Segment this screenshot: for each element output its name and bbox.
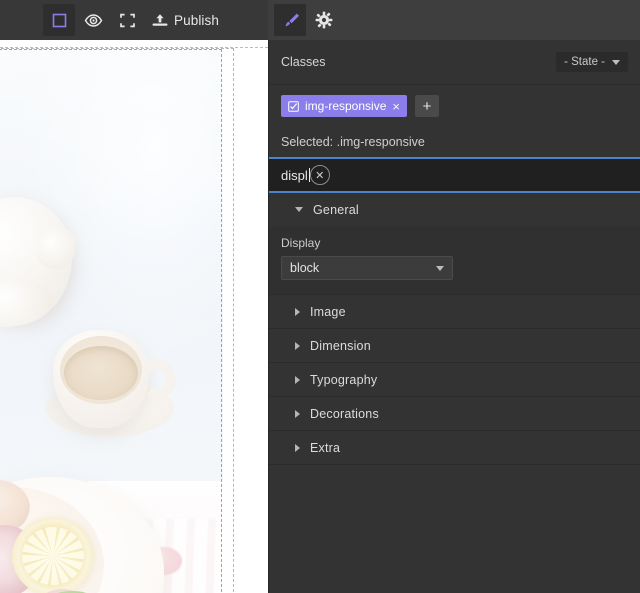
top-toolbar: Publish: [0, 0, 640, 40]
eye-icon: [84, 12, 103, 29]
state-dropdown[interactable]: - State -: [556, 52, 628, 72]
photo-pitcher-spout: [31, 222, 81, 274]
sector-extra-header[interactable]: Extra: [269, 431, 640, 464]
chevron-right-icon: [295, 409, 300, 418]
panel-empty-area: [269, 465, 640, 593]
sector-decorations-header[interactable]: Decorations: [269, 397, 640, 430]
canvas-page[interactable]: [0, 40, 268, 593]
photo-fig-left: [0, 525, 40, 593]
fullscreen-button[interactable]: [111, 4, 143, 36]
toolbar-panel-tools: [268, 0, 640, 40]
sector-dimension: Dimension: [269, 329, 640, 363]
sector-image-header[interactable]: Image: [269, 295, 640, 328]
style-search-input-text[interactable]: displ: [281, 168, 310, 183]
sector-general-label: General: [313, 202, 359, 217]
photo-cup-handle: [134, 356, 180, 402]
selected-label: Selected:: [281, 135, 334, 149]
selected-target-row: Selected: .img-responsive: [269, 127, 640, 157]
photo-tray: [78, 481, 223, 593]
sector-typography-label: Typography: [310, 372, 378, 387]
preview-button[interactable]: [77, 4, 109, 36]
photo-cup-rim: [60, 336, 142, 404]
sector-extra-label: Extra: [310, 440, 341, 455]
app-root: Publish Classes - State - img-responsive…: [0, 0, 640, 593]
style-search-value: displ: [281, 167, 308, 183]
upload-icon: [151, 12, 169, 29]
paint-brush-icon: [281, 11, 300, 30]
selected-value: .img-responsive: [336, 135, 425, 149]
photo-lemon-slice: [6, 511, 100, 593]
photo-pitcher-base: [0, 277, 52, 327]
publish-label: Publish: [174, 12, 219, 28]
sector-typography-header[interactable]: Typography: [269, 363, 640, 396]
sector-dimension-label: Dimension: [310, 338, 371, 353]
chevron-right-icon: [295, 341, 300, 350]
add-class-button[interactable]: +: [414, 95, 439, 117]
fullscreen-icon: [119, 12, 136, 29]
photo-fig-top: [0, 472, 37, 538]
class-chip-img-responsive[interactable]: img-responsive ×: [281, 95, 407, 117]
sector-general-header[interactable]: General: [269, 193, 640, 226]
photo-mint-leaf-1: [36, 580, 110, 593]
canvas-top-guide: [0, 40, 268, 48]
photo-saucer: [46, 379, 174, 437]
state-dropdown-value: - State -: [564, 56, 605, 68]
class-chip-label: img-responsive: [305, 99, 387, 113]
photo-bowl: [0, 477, 164, 593]
publish-button[interactable]: Publish: [145, 4, 225, 36]
toolbar-canvas-tools: Publish: [0, 0, 268, 40]
toggle-borders-button[interactable]: [43, 4, 75, 36]
photo-berry: [146, 547, 182, 575]
selected-image[interactable]: [0, 49, 223, 593]
photo-coffee-liquid: [64, 346, 138, 400]
sector-general-body: Display block: [269, 226, 640, 294]
photo-popsicles: [90, 519, 223, 593]
sector-image-label: Image: [310, 304, 346, 319]
display-property-label: Display: [281, 236, 321, 250]
sector-extra: Extra: [269, 431, 640, 465]
sector-decorations: Decorations: [269, 397, 640, 431]
display-property-value: block: [290, 261, 320, 275]
sector-decorations-label: Decorations: [310, 406, 379, 421]
settings-button[interactable]: [308, 4, 340, 36]
style-search-row[interactable]: displ ✕: [269, 157, 640, 193]
gear-icon: [315, 11, 333, 29]
display-property-select[interactable]: block: [281, 256, 453, 280]
sector-typography: Typography: [269, 363, 640, 397]
clear-search-button[interactable]: ✕: [309, 165, 330, 185]
chevron-right-icon: [295, 307, 300, 316]
sector-dimension-header[interactable]: Dimension: [269, 329, 640, 362]
chevron-down-icon: [295, 207, 303, 212]
sector-general: General Display block: [269, 193, 640, 295]
photo-bowl-inner: [0, 487, 104, 593]
chevron-down-icon: [612, 59, 620, 65]
chevron-right-icon: [295, 375, 300, 384]
checkbox-checked-icon[interactable]: [288, 100, 299, 112]
sector-image: Image: [269, 295, 640, 329]
class-chip-remove-icon[interactable]: ×: [392, 100, 400, 113]
photo-milk-pitcher: [0, 197, 72, 321]
square-outline-icon: [51, 12, 68, 29]
chevron-down-icon: [436, 265, 444, 271]
classes-label: Classes: [281, 55, 326, 69]
canvas-frame[interactable]: [0, 40, 268, 593]
classes-header: Classes - State -: [269, 40, 640, 85]
photo-fig-bottom: [32, 589, 92, 593]
photo-cup: [53, 330, 149, 428]
style-manager-button[interactable]: [274, 4, 306, 36]
class-chips-row: img-responsive × +: [269, 85, 640, 127]
chevron-right-icon: [295, 443, 300, 452]
style-manager-panel: Classes - State - img-responsive × + Sel…: [268, 40, 640, 593]
